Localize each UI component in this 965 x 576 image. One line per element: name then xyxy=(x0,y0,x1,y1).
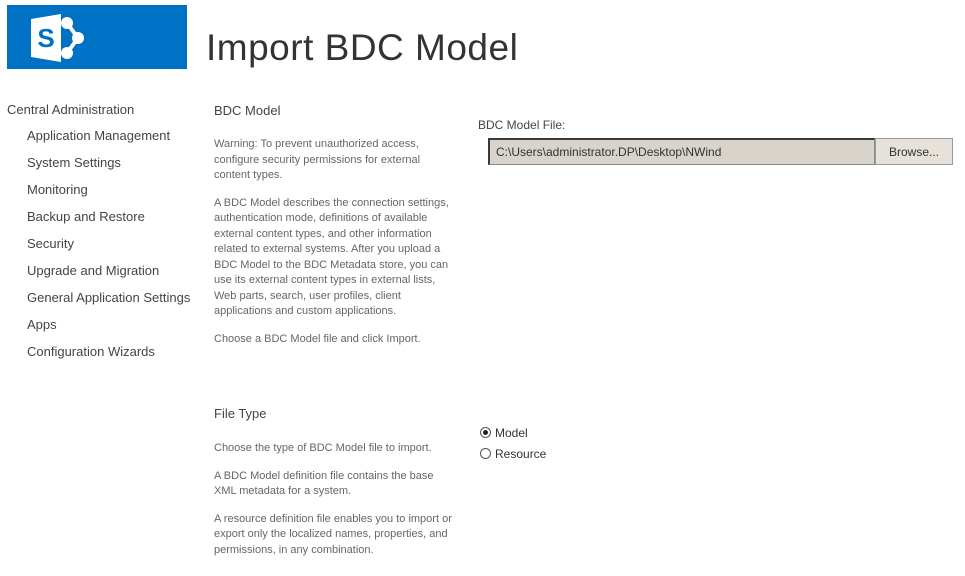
sidebar-item-backup-and-restore[interactable]: Backup and Restore xyxy=(7,208,192,226)
bdc-model-file-label: BDC Model File: xyxy=(478,118,566,132)
file-type-instruction-text: Choose the type of BDC Model file to imp… xyxy=(214,442,432,454)
bdc-instruction-text: Choose a BDC Model file and click Import… xyxy=(214,332,421,345)
file-type-section-title: File Type xyxy=(214,406,267,421)
radio-resource-label: Resource xyxy=(495,446,547,461)
sidebar-item-system-settings[interactable]: System Settings xyxy=(7,154,192,172)
radio-model-checked-icon[interactable] xyxy=(480,427,491,438)
sidebar-nav-list: Application Management System Settings M… xyxy=(7,127,192,361)
sidebar-item-monitoring[interactable]: Monitoring xyxy=(7,181,192,199)
page-title: Import BDC Model xyxy=(206,27,519,68)
bdc-model-file-input[interactable] xyxy=(488,138,875,165)
radio-resource-unchecked-icon[interactable] xyxy=(480,448,491,459)
bdc-model-description: Warning: To prevent unauthorized access,… xyxy=(214,137,454,359)
sidebar-item-apps[interactable]: Apps xyxy=(7,316,192,334)
resource-definition-text: A resource definition file enables you t… xyxy=(214,512,452,556)
sidebar-item-configuration-wizards[interactable]: Configuration Wizards xyxy=(7,343,192,361)
sidebar-item-general-application-settings[interactable]: General Application Settings xyxy=(7,289,192,307)
radio-option-resource[interactable]: Resource xyxy=(480,443,546,464)
sidebar-item-application-management[interactable]: Application Management xyxy=(7,127,192,145)
file-type-radio-group: Model Resource xyxy=(480,422,546,464)
file-type-description: Choose the type of BDC Model file to imp… xyxy=(214,441,454,570)
browse-button[interactable]: Browse... xyxy=(875,138,953,165)
logo[interactable]: S xyxy=(7,5,187,69)
radio-model-label: Model xyxy=(495,425,528,440)
bdc-warning-text: Warning: To prevent unauthorized access,… xyxy=(214,138,421,181)
bdc-model-section-title: BDC Model xyxy=(214,103,281,118)
quick-launch-sidebar: Central Administration Application Manag… xyxy=(7,102,192,370)
bdc-model-file-picker: Browse... xyxy=(488,138,953,165)
bdc-description-text: A BDC Model describes the connection set… xyxy=(214,196,449,318)
sidebar-item-upgrade-and-migration[interactable]: Upgrade and Migration xyxy=(7,262,192,280)
radio-option-model[interactable]: Model xyxy=(480,422,546,443)
sidebar-root-central-administration[interactable]: Central Administration xyxy=(7,102,192,117)
svg-text:S: S xyxy=(37,23,54,53)
model-definition-text: A BDC Model definition file contains the… xyxy=(214,469,434,498)
sharepoint-logo-icon: S xyxy=(31,14,84,62)
sidebar-item-security[interactable]: Security xyxy=(7,235,192,253)
